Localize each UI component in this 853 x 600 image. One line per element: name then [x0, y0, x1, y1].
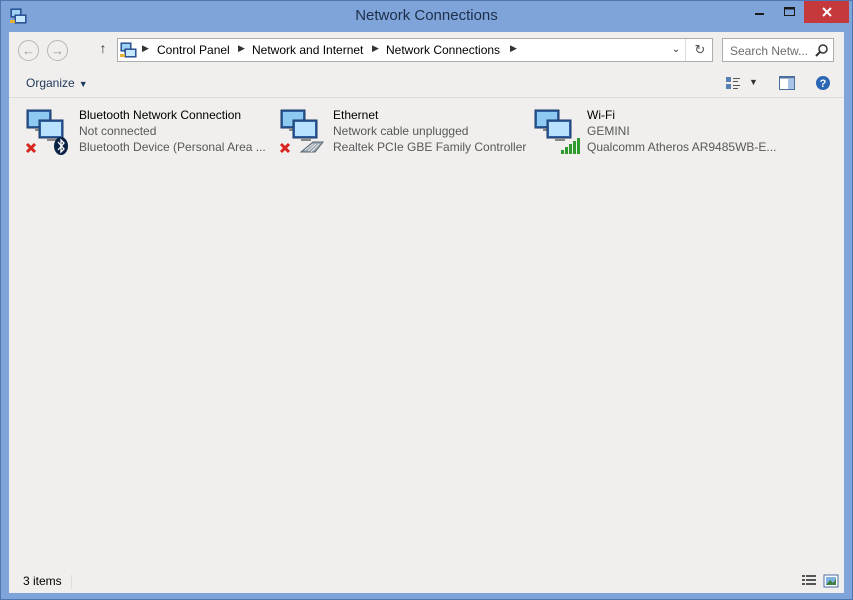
- connection-device: Realtek PCIe GBE Family Controller: [333, 140, 527, 154]
- connection-item-bluetooth[interactable]: Bluetooth Network Connection Not connect…: [17, 106, 267, 158]
- window-title: Network Connections: [355, 7, 498, 24]
- breadcrumb-separator[interactable]: ▶: [238, 43, 245, 54]
- minimize-button[interactable]: [745, 1, 775, 23]
- connection-details: Bluetooth Network Connection Not connect…: [79, 107, 266, 155]
- organize-menu-button[interactable]: Organize ▼: [26, 76, 88, 90]
- minimize-icon: [755, 13, 764, 15]
- connection-details: Ethernet Network cable unplugged Realtek…: [333, 107, 526, 155]
- connection-status: Not connected: [79, 124, 157, 138]
- breadcrumb-separator[interactable]: ▶: [142, 43, 149, 54]
- item-count: 3 items: [23, 574, 62, 588]
- preview-pane-icon[interactable]: [779, 75, 795, 91]
- connection-name: Wi-Fi: [587, 108, 615, 122]
- address-divider: [685, 39, 686, 61]
- connection-status: Network cable unplugged: [333, 124, 469, 138]
- connection-device: Bluetooth Device (Personal Area ...: [79, 140, 266, 154]
- status-bar: 3 items: [9, 571, 844, 593]
- up-button[interactable]: ↑: [95, 40, 111, 60]
- maximize-icon: [783, 7, 795, 16]
- forward-arrow-icon: →: [51, 43, 64, 58]
- window: Network Connections ← → ↑ ▶ Control Pane…: [0, 0, 853, 600]
- chevron-down-icon: ▼: [78, 79, 88, 89]
- chevron-down-icon: ⌄: [671, 44, 681, 55]
- breadcrumb-control-panel[interactable]: Control Panel: [157, 43, 230, 57]
- close-button[interactable]: [804, 1, 849, 23]
- organize-label: Organize: [26, 76, 75, 90]
- connection-status: GEMINI: [587, 124, 630, 138]
- up-arrow-icon: ↑: [99, 40, 107, 56]
- breadcrumb-network-and-internet[interactable]: Network and Internet: [252, 43, 363, 57]
- search-icon[interactable]: [815, 43, 829, 57]
- refresh-icon: ↻: [694, 42, 706, 57]
- explorer-content: ← → ↑ ▶ Control Panel ▶ Network and Inte…: [9, 32, 844, 593]
- address-history-dropdown[interactable]: ⌄: [668, 41, 684, 59]
- change-view-icon[interactable]: [725, 75, 741, 91]
- close-icon: [821, 7, 832, 17]
- address-bar[interactable]: ▶ Control Panel ▶ Network and Internet ▶…: [117, 38, 713, 62]
- details-view-icon[interactable]: [801, 574, 817, 588]
- view-options-dropdown[interactable]: ▼: [749, 77, 758, 87]
- help-icon[interactable]: ?: [815, 75, 831, 91]
- network-computers-icon: [25, 109, 68, 155]
- status-divider: [71, 575, 72, 589]
- svg-text:?: ?: [820, 78, 827, 90]
- connection-details: Wi-Fi GEMINI Qualcomm Atheros AR9485WB-E…: [587, 107, 776, 155]
- network-computers-icon: [279, 109, 325, 154]
- network-computers-icon: [534, 109, 580, 154]
- connection-name: Bluetooth Network Connection: [79, 108, 242, 122]
- back-button[interactable]: ←: [18, 40, 39, 61]
- search-placeholder: Search Netw...: [730, 44, 809, 58]
- refresh-button[interactable]: ↻: [691, 41, 709, 59]
- connection-item-ethernet[interactable]: Ethernet Network cable unplugged Realtek…: [271, 106, 526, 158]
- control-panel-icon: [120, 42, 137, 58]
- back-arrow-icon: ←: [22, 43, 35, 58]
- search-input[interactable]: Search Netw...: [722, 38, 834, 62]
- breadcrumb-network-connections[interactable]: Network Connections: [386, 43, 500, 57]
- forward-button[interactable]: →: [47, 40, 68, 61]
- connection-item-wifi[interactable]: Wi-Fi GEMINI Qualcomm Atheros AR9485WB-E…: [525, 106, 776, 158]
- large-icons-view-icon[interactable]: [823, 574, 839, 588]
- breadcrumb-separator[interactable]: ▶: [510, 43, 517, 54]
- breadcrumb-separator[interactable]: ▶: [372, 43, 379, 54]
- title-bar[interactable]: Network Connections: [1, 1, 852, 32]
- connection-name: Ethernet: [333, 108, 379, 122]
- command-bar: Organize ▼ ▼ ?: [9, 68, 844, 98]
- navigation-row: ← → ↑ ▶ Control Panel ▶ Network and Inte…: [9, 32, 844, 68]
- maximize-button[interactable]: [775, 1, 803, 23]
- connections-list: Bluetooth Network Connection Not connect…: [9, 99, 844, 571]
- connection-device: Qualcomm Atheros AR9485WB-E...: [587, 140, 777, 154]
